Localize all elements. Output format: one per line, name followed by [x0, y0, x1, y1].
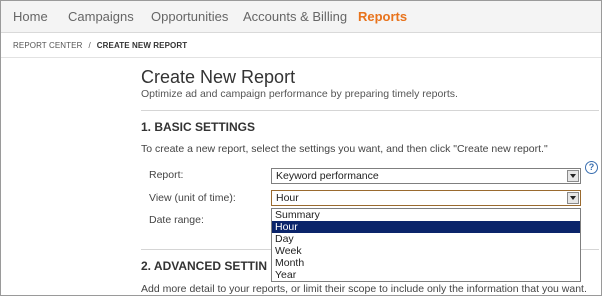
view-label: View (unit of time): — [149, 192, 236, 204]
date-range-label: Date range: — [149, 214, 204, 226]
dropdown-option-summary[interactable]: Summary — [272, 209, 580, 221]
nav-campaigns[interactable]: Campaigns — [68, 9, 134, 24]
advanced-settings-title: 2. ADVANCED SETTIN — [141, 259, 268, 273]
view-select[interactable]: Hour — [271, 190, 581, 206]
breadcrumb-separator: / — [88, 41, 91, 50]
chevron-down-icon[interactable] — [567, 192, 579, 204]
chevron-down-icon[interactable] — [567, 170, 579, 182]
breadcrumb-report-center[interactable]: REPORT CENTER — [13, 41, 82, 50]
dropdown-option-day[interactable]: Day — [272, 233, 580, 245]
view-dropdown-list: Summary Hour Day Week Month Year — [271, 208, 581, 282]
dropdown-option-year[interactable]: Year — [272, 269, 580, 281]
breadcrumb-divider — [1, 57, 601, 58]
report-select[interactable]: Keyword performance — [271, 168, 581, 184]
dropdown-option-hour[interactable]: Hour — [272, 221, 580, 233]
dropdown-option-month[interactable]: Month — [272, 257, 580, 269]
nav-home[interactable]: Home — [13, 9, 48, 24]
nav-accounts-billing[interactable]: Accounts & Billing — [243, 9, 347, 24]
question-circle-icon[interactable]: ? — [585, 161, 598, 174]
view-select-value: Hour — [276, 192, 299, 204]
breadcrumb-current: CREATE NEW REPORT — [96, 41, 188, 50]
report-select-value: Keyword performance — [276, 170, 379, 182]
nav-reports[interactable]: Reports — [358, 9, 407, 24]
nav-opportunities[interactable]: Opportunities — [151, 9, 228, 24]
page-subtitle: Optimize ad and campaign performance by … — [141, 88, 458, 100]
report-label: Report: — [149, 169, 184, 181]
basic-settings-instructions: To create a new report, select the setti… — [141, 143, 548, 155]
dropdown-option-week[interactable]: Week — [272, 245, 580, 257]
report-page: Home Campaigns Opportunities Accounts & … — [0, 0, 602, 296]
breadcrumb: REPORT CENTER / CREATE NEW REPORT — [13, 41, 187, 50]
advanced-settings-description: Add more detail to your reports, or limi… — [141, 283, 587, 295]
section-divider — [141, 110, 599, 111]
top-navigation: Home Campaigns Opportunities Accounts & … — [1, 1, 601, 33]
basic-settings-title: 1. BASIC SETTINGS — [141, 120, 256, 134]
page-title: Create New Report — [141, 67, 296, 87]
